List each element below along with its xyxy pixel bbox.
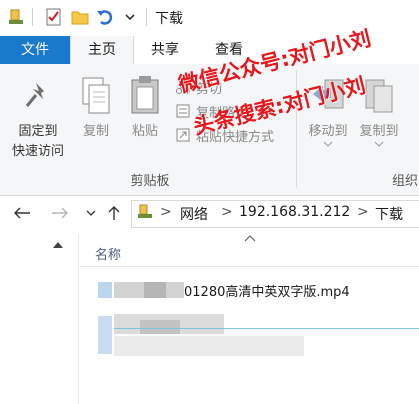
pin-icon [25,83,44,107]
pin-label-line2: 快速访问 [11,144,64,159]
copy-label: 复制 [82,124,109,139]
paste-button[interactable]: 粘贴 [124,70,166,150]
breadcrumb-host[interactable]: 192.168.31.212 [239,204,350,220]
address-separator: > [357,204,369,220]
copy-path-icon [176,104,190,118]
copy-button[interactable]: 复制 [76,70,116,150]
tab-file[interactable]: 文件 [0,36,70,64]
address-separator: > [160,204,172,220]
tab-home[interactable]: 主页 [70,36,134,65]
address-separator: > [221,204,233,220]
sort-ascending-icon [244,235,256,242]
move-to-label: 移动到 [308,124,348,139]
column-header-divider [80,266,419,267]
move-to-chevron-icon [323,141,333,147]
scroll-up-arrow-icon[interactable] [52,240,64,250]
breadcrumb-network[interactable]: 网络 [180,204,208,224]
selection-underline [114,328,419,329]
file-icon [98,316,112,354]
copy-to-label: 复制到 [359,124,399,139]
checklist-icon[interactable] [45,8,63,26]
folder-icon[interactable] [71,8,89,26]
file-row[interactable] [80,312,419,358]
up-arrow-icon[interactable] [106,204,122,222]
back-arrow-icon[interactable] [12,205,32,221]
pixelated-region [144,282,166,298]
paste-clipboard-icon [131,76,159,114]
recent-locations-chevron-icon[interactable] [84,207,98,219]
pixelated-region [114,336,304,356]
column-header-name[interactable]: 名称 [95,244,121,263]
paste-label: 粘贴 [131,124,158,139]
properties-icon[interactable] [7,8,25,26]
network-location-icon [138,204,152,218]
window-title: 下载 [155,11,183,27]
video-file-icon [98,282,112,298]
breadcrumb-downloads[interactable]: 下载 [375,204,403,224]
tab-share[interactable]: 共享 [134,36,196,64]
qa-separator [32,8,33,26]
pin-to-quick-access-button[interactable]: 固定到 快速访问 [0,70,76,165]
undo-icon[interactable] [96,8,114,26]
pixelated-region [140,320,180,334]
title-separator [146,8,147,26]
organize-group-label: 组织 [392,174,419,189]
copy-icon [82,77,110,114]
pin-label-line1: 固定到 [18,124,58,139]
file-name: 01280高清中英双字版.mp4 [184,285,350,300]
copy-to-chevron-icon [374,141,384,147]
chevron-down-icon[interactable] [121,8,139,26]
navigation-pane [0,234,79,404]
file-row[interactable]: 01280高清中英双字版.mp4 [80,276,419,306]
clipboard-group-label: 剪贴板 [130,174,170,189]
forward-arrow-icon[interactable] [50,205,70,221]
paste-shortcut-icon [176,128,190,142]
